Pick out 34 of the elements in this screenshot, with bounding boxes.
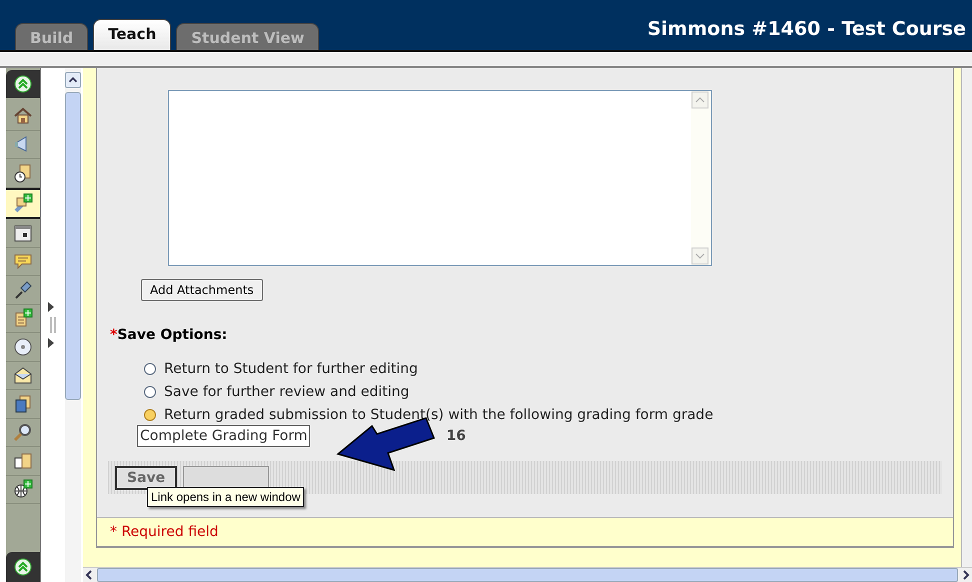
document-plus-icon[interactable] (13, 308, 33, 328)
radio-button[interactable] (144, 409, 156, 421)
add-attachments-button[interactable]: Add Attachments (141, 279, 263, 301)
vertical-scrollbar[interactable] (961, 68, 972, 567)
horizontal-scrollbar[interactable] (83, 567, 972, 582)
grade-suffix: 16 (446, 428, 466, 444)
disc-icon[interactable] (13, 336, 33, 357)
envelope-icon[interactable] (13, 365, 33, 386)
vertical-scrollbar[interactable] (65, 68, 81, 582)
required-field-note: * Required field (97, 517, 953, 547)
required-mark: * (110, 327, 118, 343)
document-icon[interactable] (13, 450, 33, 471)
option-label: Return to Student for further editing (164, 361, 418, 377)
grading-form-link[interactable]: Complete Grading Form (137, 425, 310, 447)
save-button[interactable]: Save (115, 466, 178, 490)
save-options-label: Save Options: (117, 327, 228, 343)
option-label: Return graded submission to Student(s) with the following grading form grade (164, 407, 714, 423)
radio-button[interactable] (144, 386, 156, 398)
documents-icon[interactable] (13, 394, 33, 414)
calendar-icon[interactable] (13, 222, 33, 243)
globe-plus-icon[interactable] (13, 479, 33, 500)
clock-document-icon[interactable] (13, 162, 33, 183)
home-icon[interactable] (13, 106, 33, 126)
pushpin-icon[interactable] (13, 280, 33, 300)
radio-button[interactable] (144, 363, 156, 375)
tool-plus-icon[interactable] (13, 193, 33, 214)
tab[interactable]: Teach (93, 19, 172, 50)
tooltip: Link opens in a new window (147, 487, 304, 507)
expand-chevron-icon[interactable] (13, 74, 33, 94)
option-label: Save for further review and editing (164, 384, 410, 400)
magnifier-icon[interactable] (13, 422, 33, 442)
expand-chevron-icon[interactable] (13, 557, 33, 577)
scroll-up-icon[interactable] (65, 72, 81, 88)
course-title: Simmons #1460 - Test Course (647, 18, 966, 40)
